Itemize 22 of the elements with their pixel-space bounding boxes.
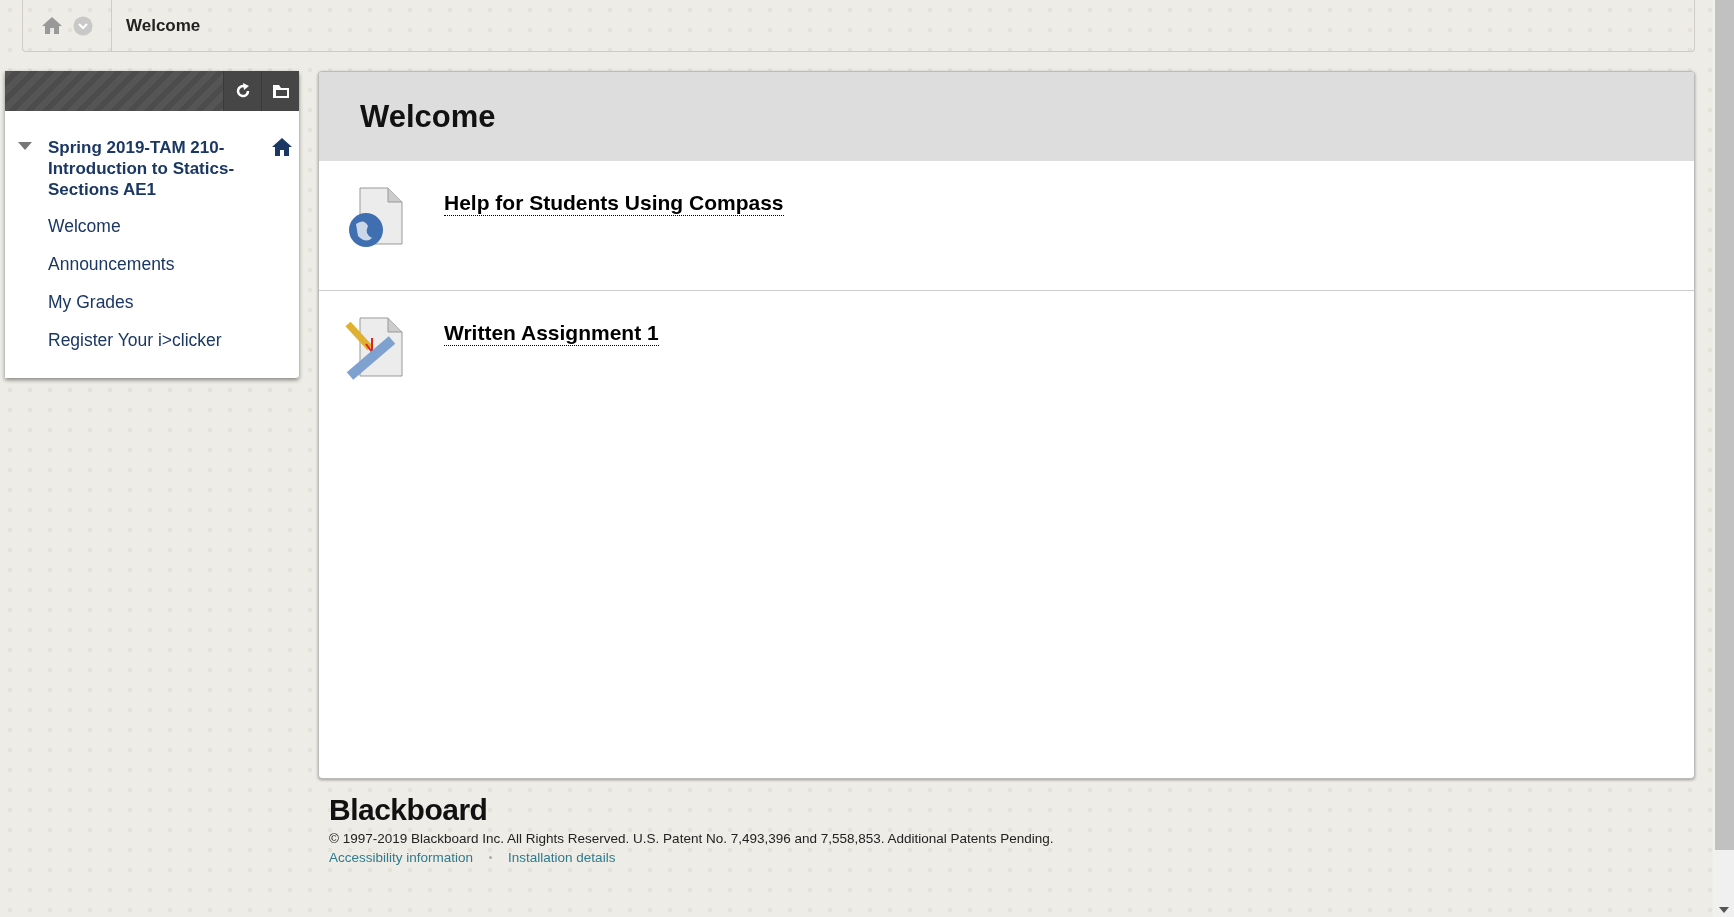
home-icon[interactable] [271, 137, 293, 157]
menu-item-link[interactable]: Welcome [5, 208, 299, 246]
breadcrumb-title: Welcome [125, 15, 201, 36]
folder-view-button[interactable] [261, 71, 299, 111]
menu-item-link[interactable]: Register Your i>clicker [5, 322, 299, 360]
separator-dot-icon [489, 856, 493, 859]
content-item-link[interactable]: Written Assignment 1 [444, 321, 659, 346]
menu-item-link[interactable]: Announcements [5, 246, 299, 284]
refresh-button[interactable] [223, 71, 261, 111]
course-title-link[interactable]: Spring 2019-TAM 210-Introduction to Statics-Sections AE1 [48, 137, 255, 200]
scrollbar[interactable] [1713, 0, 1734, 917]
scroll-down-icon[interactable] [1719, 907, 1729, 913]
folder-icon [270, 82, 291, 100]
footer-link[interactable]: Accessibility information [329, 850, 474, 865]
footer-link[interactable]: Installation details [508, 850, 616, 865]
copyright-text: © 1997-2019 Blackboard Inc. All Rights Reserved. U.S. Patent No. 7,493,396 and 7,558,853. Additional Patents Pending. [329, 831, 1055, 846]
content-item-link[interactable]: Help for Students Using Compass [444, 191, 784, 216]
blackboard-logo: Blackboard [329, 793, 489, 827]
expand-triangle-icon[interactable] [18, 141, 32, 151]
page-title: Welcome [360, 98, 496, 135]
menu-item-link[interactable]: My Grades [5, 284, 299, 322]
ruler-pencil-document-icon [344, 316, 404, 382]
